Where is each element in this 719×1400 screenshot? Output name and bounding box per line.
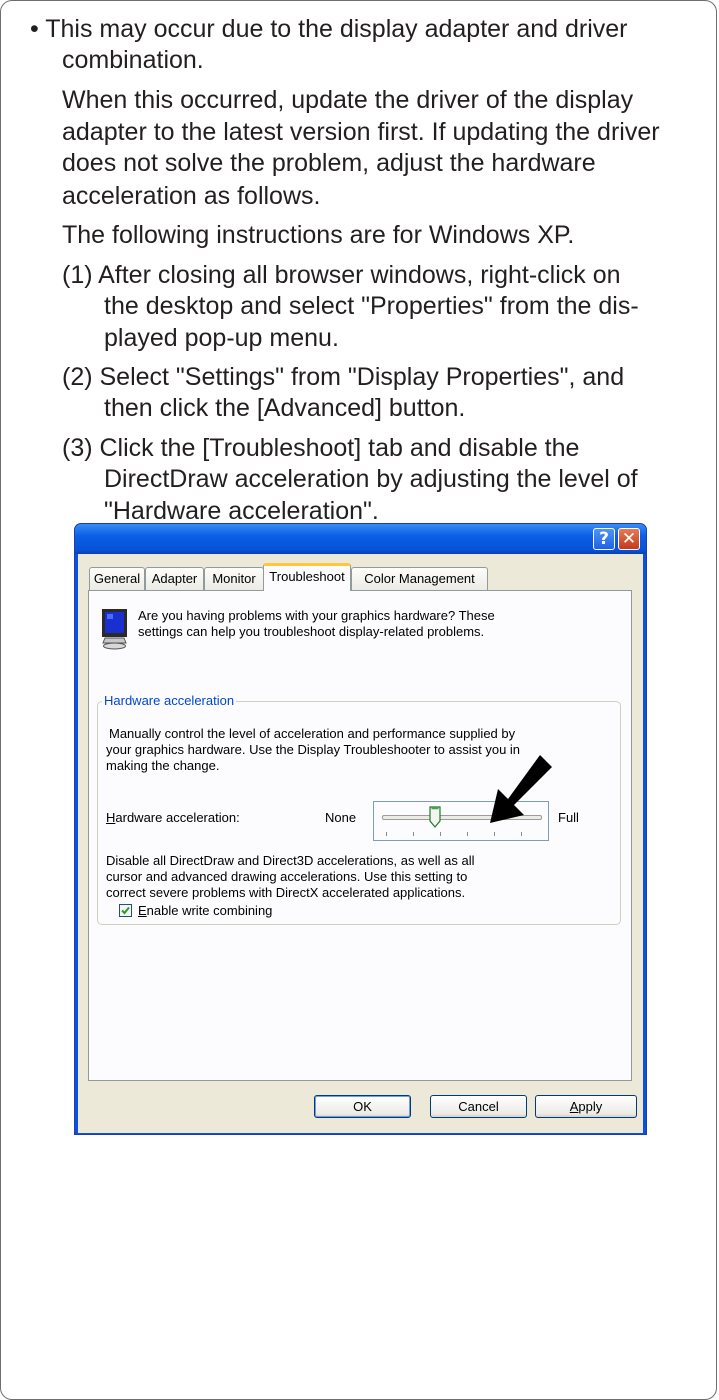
tab-color-management[interactable]: Color Management xyxy=(351,567,488,590)
apply-button[interactable]: Apply xyxy=(535,1095,637,1118)
help-button[interactable]: ? xyxy=(593,528,615,550)
slider-label: Hardware acceleration: xyxy=(106,810,240,826)
text-line: then click the [Advanced] button. xyxy=(104,394,466,422)
monitor-icon xyxy=(102,609,127,650)
intro-line: Are you having problems with your graphi… xyxy=(138,608,495,623)
group-title: Hardware acceleration xyxy=(102,693,237,709)
text-line: acceleration as follows. xyxy=(62,182,321,210)
help-icon: ? xyxy=(599,529,609,549)
text-line: adapter to the latest version first. If … xyxy=(62,118,660,146)
slider-tick xyxy=(413,832,414,836)
close-button[interactable]: ✕ xyxy=(618,528,640,550)
close-icon: ✕ xyxy=(621,529,637,549)
dialog-client: General Adapter Monitor Troubleshoot Col… xyxy=(78,554,643,1133)
bullet-text: • This may occur due to the display adap… xyxy=(30,15,628,43)
slider-tick xyxy=(386,832,387,836)
advanced-display-dialog: ? ✕ General Adapter Monitor Troubleshoot… xyxy=(74,523,647,1135)
tab-troubleshoot[interactable]: Troubleshoot xyxy=(263,563,351,591)
group-description: Manually control the level of accelerati… xyxy=(109,726,516,741)
dialog-titlebar[interactable]: ? ✕ xyxy=(75,524,646,554)
tab-adapter[interactable]: Adapter xyxy=(145,567,204,590)
troubleshoot-panel: Are you having problems with your graphi… xyxy=(88,590,632,1081)
slider-min-label: None xyxy=(325,810,357,825)
tab-monitor[interactable]: Monitor xyxy=(204,567,264,590)
ok-button[interactable]: OK xyxy=(314,1095,411,1118)
slider-tick xyxy=(521,832,522,836)
level-description: Disable all DirectDraw and Direct3D acce… xyxy=(106,853,475,868)
write-combining-label[interactable]: Enable write combining xyxy=(138,903,272,919)
slider-tick xyxy=(440,832,441,836)
slider-tick xyxy=(467,832,468,836)
slider-label-rest: ardware acceleration: xyxy=(115,810,240,825)
mnemonic: E xyxy=(138,903,147,918)
step-1-text: (1) After closing all browser windows, r… xyxy=(62,261,621,289)
apply-label-rest: pply xyxy=(578,1099,603,1114)
checkbox-label-rest: nable write combining xyxy=(146,903,273,918)
intro-line: settings can help you troubleshoot displ… xyxy=(138,624,485,639)
text-line: When this occurred, update the driver of… xyxy=(62,86,634,114)
text-line: does not solve the problem, adjust the h… xyxy=(62,149,596,177)
level-description: correct severe problems with DirectX acc… xyxy=(106,885,466,900)
level-description: cursor and advanced drawing acceleration… xyxy=(106,869,468,884)
text-line: combination. xyxy=(62,46,204,74)
write-combining-checkbox[interactable] xyxy=(119,904,132,917)
arrow-icon xyxy=(490,755,552,823)
text-line: played pop-up menu. xyxy=(104,324,339,352)
mnemonic: H xyxy=(106,810,116,825)
step-3-text: (3) Click the [Troubleshoot] tab and dis… xyxy=(62,434,580,462)
text-line: "Hardware acceleration". xyxy=(104,497,379,525)
text-line: The following instructions are for Windo… xyxy=(62,221,575,249)
cancel-button[interactable]: Cancel xyxy=(430,1095,527,1118)
text-line: the desktop and select "Properties" from… xyxy=(104,292,639,320)
text-line: DirectDraw acceleration by adjusting the… xyxy=(104,465,638,493)
slider-tick xyxy=(494,832,495,836)
group-description: making the change. xyxy=(106,758,220,773)
checkmark-icon xyxy=(121,906,130,915)
step-2-text: (2) Select "Settings" from "Display Prop… xyxy=(62,363,625,391)
tab-general[interactable]: General xyxy=(89,567,145,590)
group-description: your graphics hardware. Use the Display … xyxy=(106,742,521,757)
slider-max-label: Full xyxy=(558,810,579,825)
slider-thumb[interactable] xyxy=(429,806,441,828)
